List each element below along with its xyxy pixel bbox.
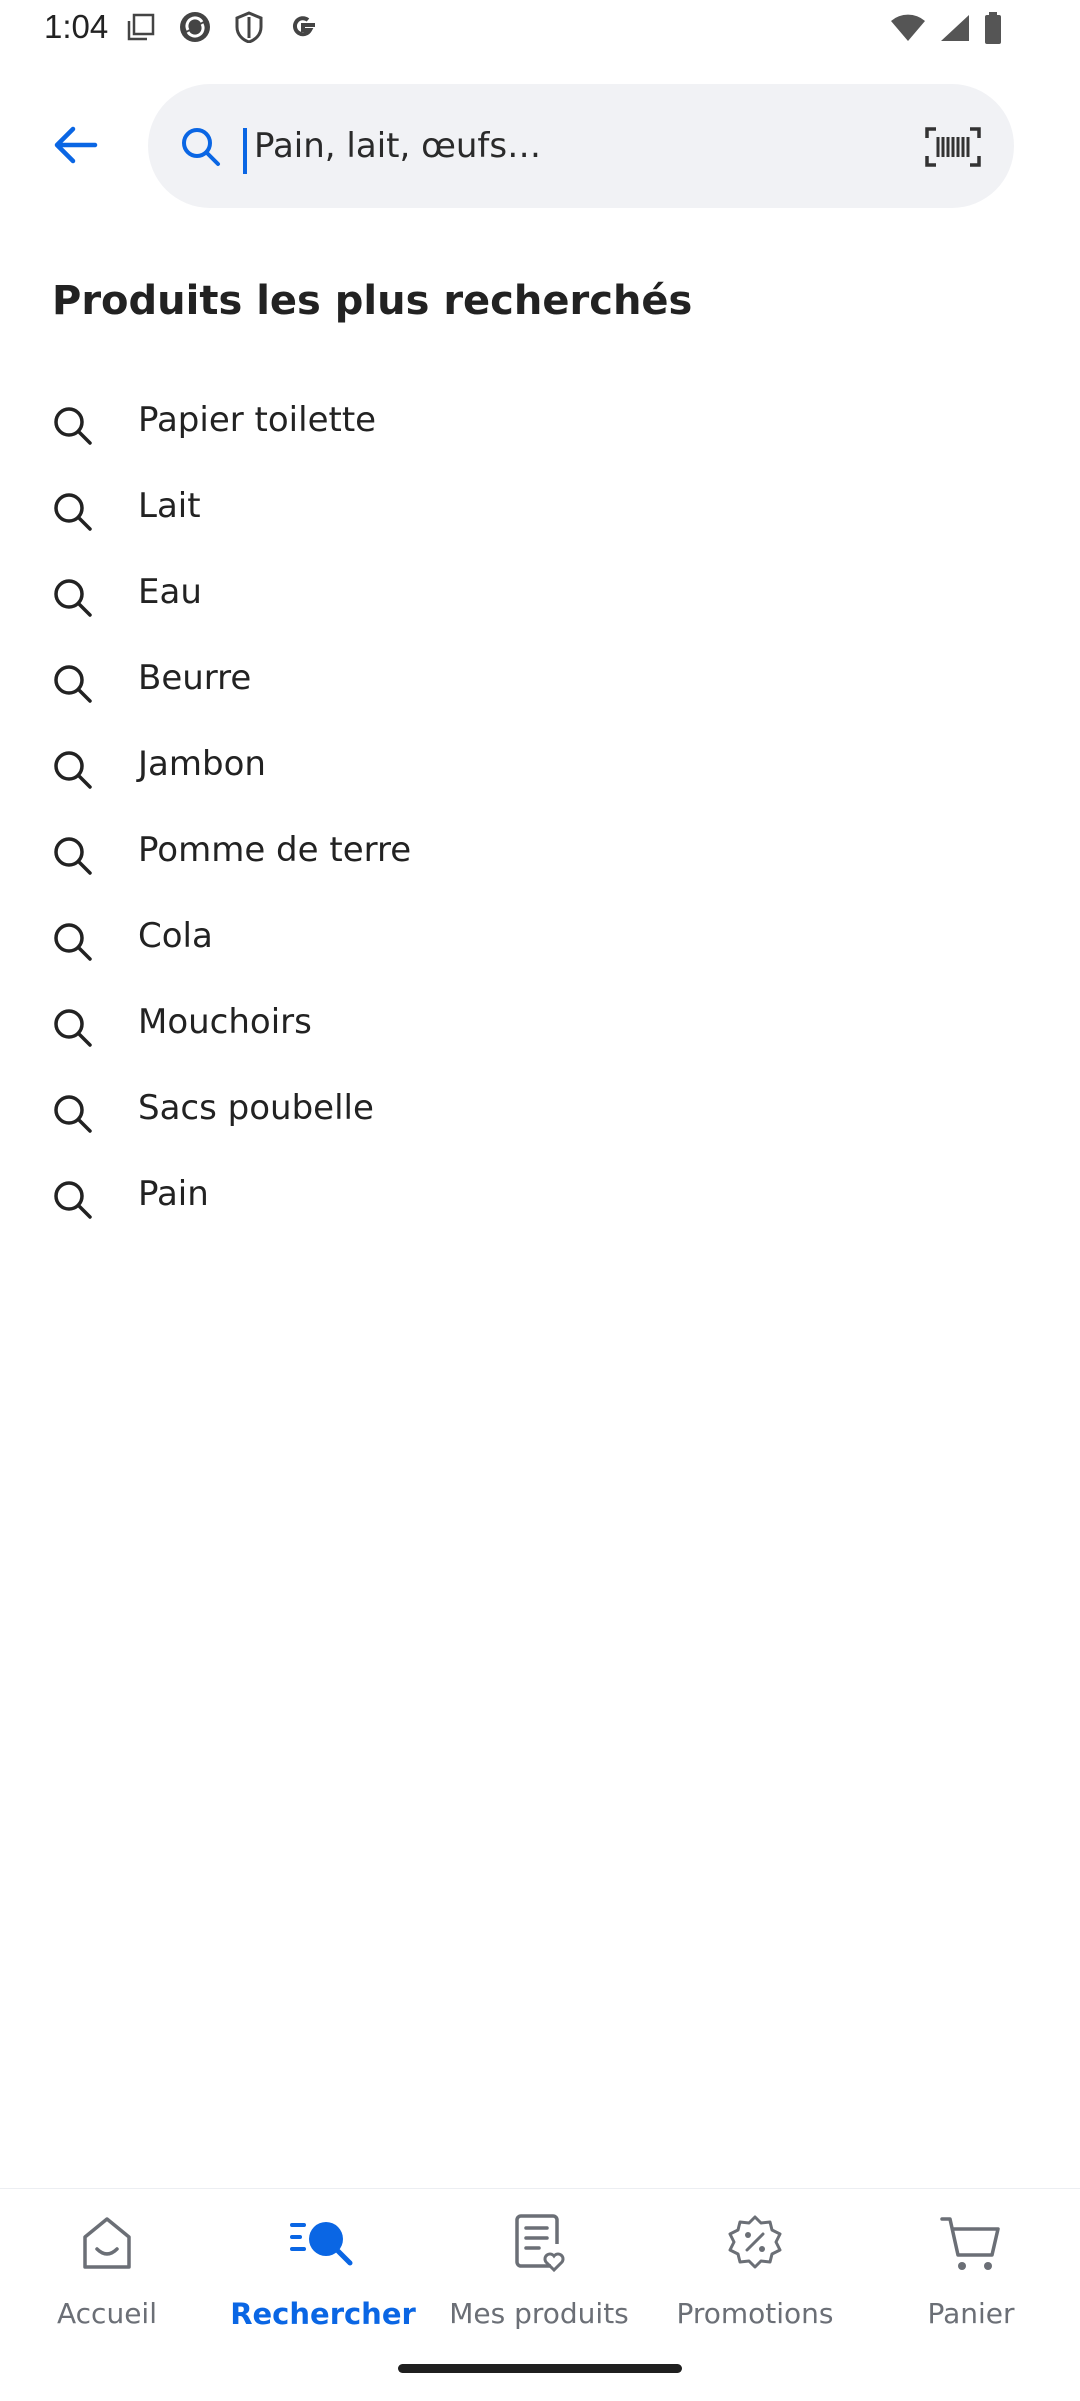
shield-icon [234,11,264,43]
search-icon [54,493,92,531]
nav-label: Mes produits [449,2297,629,2330]
nav-label: Rechercher [230,2297,416,2331]
search-bar[interactable] [148,84,1014,208]
gesture-navigation-bar[interactable] [398,2364,682,2373]
nav-item-promotions[interactable]: Promotions [650,2209,860,2349]
notification-copy-icon [126,12,156,42]
promo-badge-icon [650,2209,860,2279]
search-icon [178,124,222,172]
list-item[interactable]: Pomme de terre [0,812,1080,898]
list-item-label: Papier toilette [138,400,377,440]
search-icon [54,1095,92,1133]
search-icon [54,665,92,703]
barcode-scan-icon [925,127,981,167]
nav-label: Accueil [57,2297,157,2330]
list-item[interactable]: Cola [0,898,1080,984]
list-item[interactable]: Sacs poubelle [0,1070,1080,1156]
list-item-label: Lait [138,486,201,526]
status-time: 1:04 [44,8,109,45]
home-icon [2,2209,212,2279]
cart-icon [866,2209,1076,2279]
list-item[interactable]: Eau [0,554,1080,640]
search-icon [218,2209,428,2279]
back-button[interactable] [40,110,110,180]
list-item[interactable]: Pain [0,1156,1080,1242]
barcode-scan-button[interactable] [920,114,986,180]
search-input[interactable] [244,114,854,178]
list-item[interactable]: Papier toilette [0,382,1080,468]
sync-app-icon [178,10,212,44]
list-item-label: Mouchoirs [138,1002,312,1042]
list-heart-icon [434,2209,644,2279]
status-bar: 1:04 [0,0,1080,62]
popular-searches-list: Papier toilette Lait Eau Beurre Jambon P… [0,382,1080,1242]
nav-item-rechercher[interactable]: Rechercher [218,2209,428,2349]
nav-item-panier[interactable]: Panier [866,2209,1076,2349]
text-cursor [243,128,247,174]
wifi-icon [890,14,926,42]
search-icon [54,579,92,617]
list-item[interactable]: Jambon [0,726,1080,812]
search-icon [54,751,92,789]
list-item-label: Jambon [138,744,266,784]
nav-item-mes-produits[interactable]: Mes produits [434,2209,644,2349]
google-icon [286,10,320,44]
list-item-label: Pomme de terre [138,830,412,870]
search-icon [54,1181,92,1219]
nav-label: Promotions [676,2297,834,2330]
section-title: Produits les plus recherchés [52,278,693,324]
list-item-label: Pain [138,1174,209,1214]
nav-label: Panier [927,2297,1015,2330]
search-icon [54,407,92,445]
nav-item-accueil[interactable]: Accueil [2,2209,212,2349]
list-item-label: Sacs poubelle [138,1088,374,1128]
search-icon [54,1009,92,1047]
list-item[interactable]: Lait [0,468,1080,554]
list-item-label: Beurre [138,658,252,698]
search-icon [54,837,92,875]
arrow-left-icon [54,126,98,164]
list-item-label: Cola [138,916,213,956]
cellular-icon [940,14,970,42]
search-icon [54,923,92,961]
list-item[interactable]: Beurre [0,640,1080,726]
list-item-label: Eau [138,572,202,612]
list-item[interactable]: Mouchoirs [0,984,1080,1070]
battery-icon [984,12,1002,44]
